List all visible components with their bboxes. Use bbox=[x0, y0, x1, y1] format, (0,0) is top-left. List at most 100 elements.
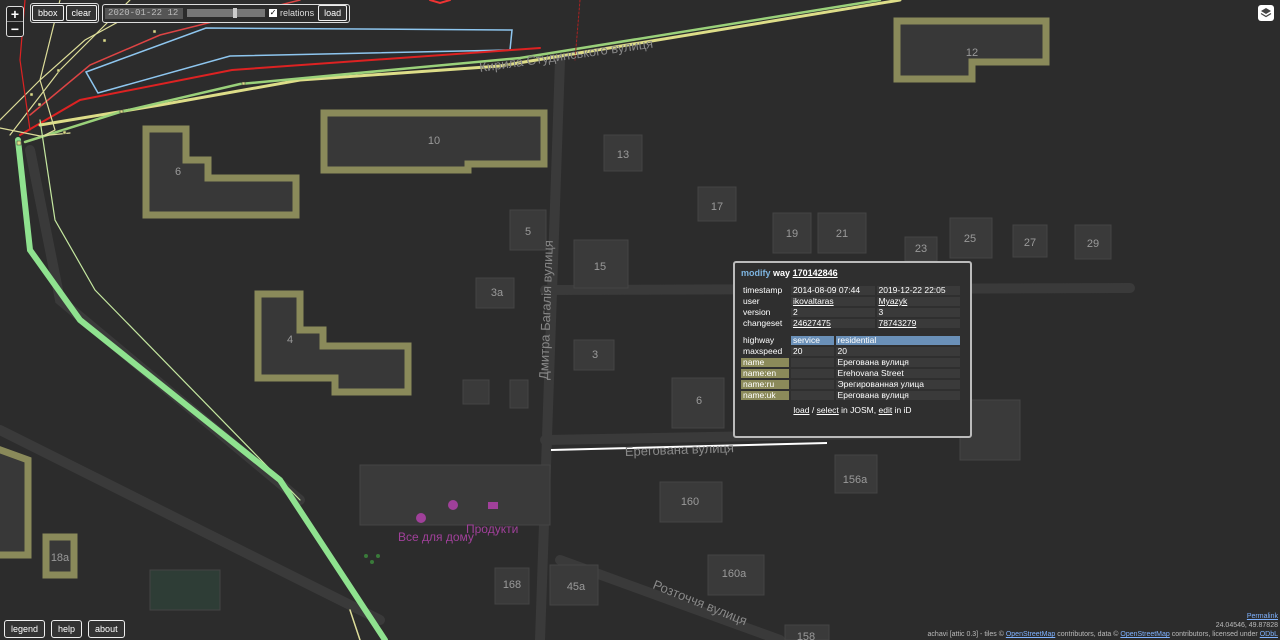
relations-checkbox[interactable]: ✓ bbox=[269, 9, 278, 17]
josm-text: in JOSM, bbox=[838, 405, 879, 415]
map-label: 5 bbox=[525, 226, 531, 238]
row-key: changeset bbox=[743, 318, 783, 328]
map-label: 3 bbox=[592, 349, 598, 361]
bottom-buttons: legend help about bbox=[4, 620, 125, 638]
select-link[interactable]: select bbox=[817, 405, 839, 415]
shop-label: Все для дому bbox=[398, 530, 474, 544]
osm-link[interactable]: OpenStreetMap bbox=[1006, 631, 1055, 638]
tag-old bbox=[791, 391, 834, 400]
attribution-prefix: achavi [attic 0.3] - tiles © bbox=[927, 631, 1004, 638]
tags-table: highway service residential maxspeed 20 … bbox=[739, 334, 962, 402]
shop-icon bbox=[416, 513, 426, 523]
toolbar: bbox clear ✓ relations load bbox=[30, 3, 351, 23]
separator: / bbox=[809, 405, 817, 415]
shop-icon bbox=[448, 500, 458, 510]
table-row: name:uk Ереговaна вулиця bbox=[741, 391, 960, 400]
tag-key: name bbox=[741, 358, 789, 367]
tag-key: highway bbox=[743, 335, 775, 345]
map-label: 4 bbox=[287, 334, 293, 346]
map-label: 156а bbox=[843, 474, 868, 486]
zoom-control: + − bbox=[6, 6, 24, 37]
popup-links: load / select in JOSM, edit in iD bbox=[741, 405, 964, 415]
tag-key: name:ru bbox=[741, 380, 789, 389]
row-new: 3 bbox=[876, 308, 960, 317]
map-label: 160 bbox=[681, 496, 699, 508]
map-label: 15 bbox=[594, 261, 606, 273]
date-slider[interactable] bbox=[187, 8, 266, 18]
relations-label: relations bbox=[280, 8, 315, 18]
table-row: timestamp 2014-08-09 07:44 2019-12-22 22… bbox=[741, 286, 960, 295]
attribution-suffix: contributors, licensed under bbox=[1171, 631, 1258, 638]
map-label: 19 bbox=[786, 228, 798, 240]
map-label: 45а bbox=[567, 581, 586, 593]
tag-new: 20 bbox=[835, 347, 960, 356]
about-button[interactable]: about bbox=[88, 620, 125, 638]
relations-toggle[interactable]: ✓ relations bbox=[269, 8, 314, 18]
tag-old: service bbox=[791, 336, 834, 345]
bbox-clear-group: bbox clear bbox=[30, 3, 100, 23]
table-row: maxspeed 20 20 bbox=[741, 347, 960, 356]
tag-key: name:uk bbox=[741, 391, 789, 400]
map-canvas[interactable]: 10 6 4 12 13 17 19 21 23 25 27 29 5 15 3… bbox=[0, 0, 1280, 640]
row-key: timestamp bbox=[743, 285, 783, 295]
table-row: changeset 24627475 78743279 bbox=[741, 319, 960, 328]
map-label: 21 bbox=[836, 228, 848, 240]
load-link[interactable]: load bbox=[793, 405, 809, 415]
tag-new: residential bbox=[835, 336, 960, 345]
date-input[interactable] bbox=[105, 7, 184, 19]
clear-button[interactable]: clear bbox=[65, 5, 98, 21]
changeset-new-link[interactable]: 78743279 bbox=[879, 318, 917, 328]
user-new-link[interactable]: Myazyk bbox=[879, 296, 908, 306]
bbox-button[interactable]: bbox bbox=[32, 5, 64, 21]
table-row: highway service residential bbox=[741, 336, 960, 345]
row-old: 2014-08-09 07:44 bbox=[791, 286, 875, 295]
map-label: 29 bbox=[1087, 238, 1099, 250]
zoom-out-button[interactable]: − bbox=[7, 21, 23, 36]
popup-title: modify way 170142846 bbox=[741, 268, 964, 278]
tag-key: name:en bbox=[741, 369, 789, 378]
map-label: 158 bbox=[797, 631, 815, 640]
slider-thumb[interactable] bbox=[232, 8, 237, 18]
osm-data-link[interactable]: OpenStreetMap bbox=[1120, 631, 1169, 638]
shop-label: Продукти bbox=[466, 522, 518, 536]
legend-button[interactable]: legend bbox=[4, 620, 46, 638]
coordinates: 24.04546, 49.87828 bbox=[1215, 622, 1278, 629]
tag-new: Ереговaна вулиця bbox=[835, 391, 960, 400]
changeset-old-link[interactable]: 24627475 bbox=[793, 318, 831, 328]
map-label: 23 bbox=[915, 243, 927, 255]
map-label: 3а bbox=[491, 287, 504, 299]
map-label: 17 bbox=[711, 201, 723, 213]
user-old-link[interactable]: ikovaltaras bbox=[793, 296, 834, 306]
change-popup: modify way 170142846 timestamp 2014-08-0… bbox=[733, 261, 972, 438]
map-label: 12 bbox=[966, 47, 978, 59]
tag-old bbox=[791, 358, 834, 367]
table-row: version 2 3 bbox=[741, 308, 960, 317]
tag-old bbox=[791, 369, 834, 378]
footer: Permalink 24.04546, 49.87828 achavi [att… bbox=[928, 612, 1278, 639]
table-row: user ikovaltaras Myazyk bbox=[741, 297, 960, 306]
attribution-mid: contributors, data © bbox=[1057, 631, 1119, 638]
meta-table: timestamp 2014-08-09 07:44 2019-12-22 22… bbox=[739, 284, 962, 330]
way-id-link[interactable]: 170142846 bbox=[793, 268, 838, 278]
map-label: 168 bbox=[503, 579, 521, 591]
map-label: 13 bbox=[617, 149, 629, 161]
table-row: name Ереговaна вулиця bbox=[741, 358, 960, 367]
zoom-in-button[interactable]: + bbox=[7, 7, 23, 21]
row-new: 2019-12-22 22:05 bbox=[876, 286, 960, 295]
map-label: 6 bbox=[696, 395, 702, 407]
load-button[interactable]: load bbox=[318, 5, 348, 21]
tag-old bbox=[791, 380, 834, 389]
map-label: 27 bbox=[1024, 237, 1036, 249]
permalink-link[interactable]: Permalink bbox=[1247, 613, 1278, 620]
map-label: 25 bbox=[964, 233, 976, 245]
popup-action: modify bbox=[741, 268, 771, 278]
row-key: version bbox=[743, 307, 771, 317]
row-key: user bbox=[743, 296, 760, 306]
edit-link[interactable]: edit bbox=[878, 405, 892, 415]
basket-icon bbox=[488, 502, 498, 509]
odbl-link[interactable]: ODbL bbox=[1260, 631, 1278, 638]
help-button[interactable]: help bbox=[51, 620, 83, 638]
layers-button[interactable] bbox=[1258, 5, 1274, 21]
tag-old: 20 bbox=[791, 347, 834, 356]
table-row: name:en Erehovana Street bbox=[741, 369, 960, 378]
